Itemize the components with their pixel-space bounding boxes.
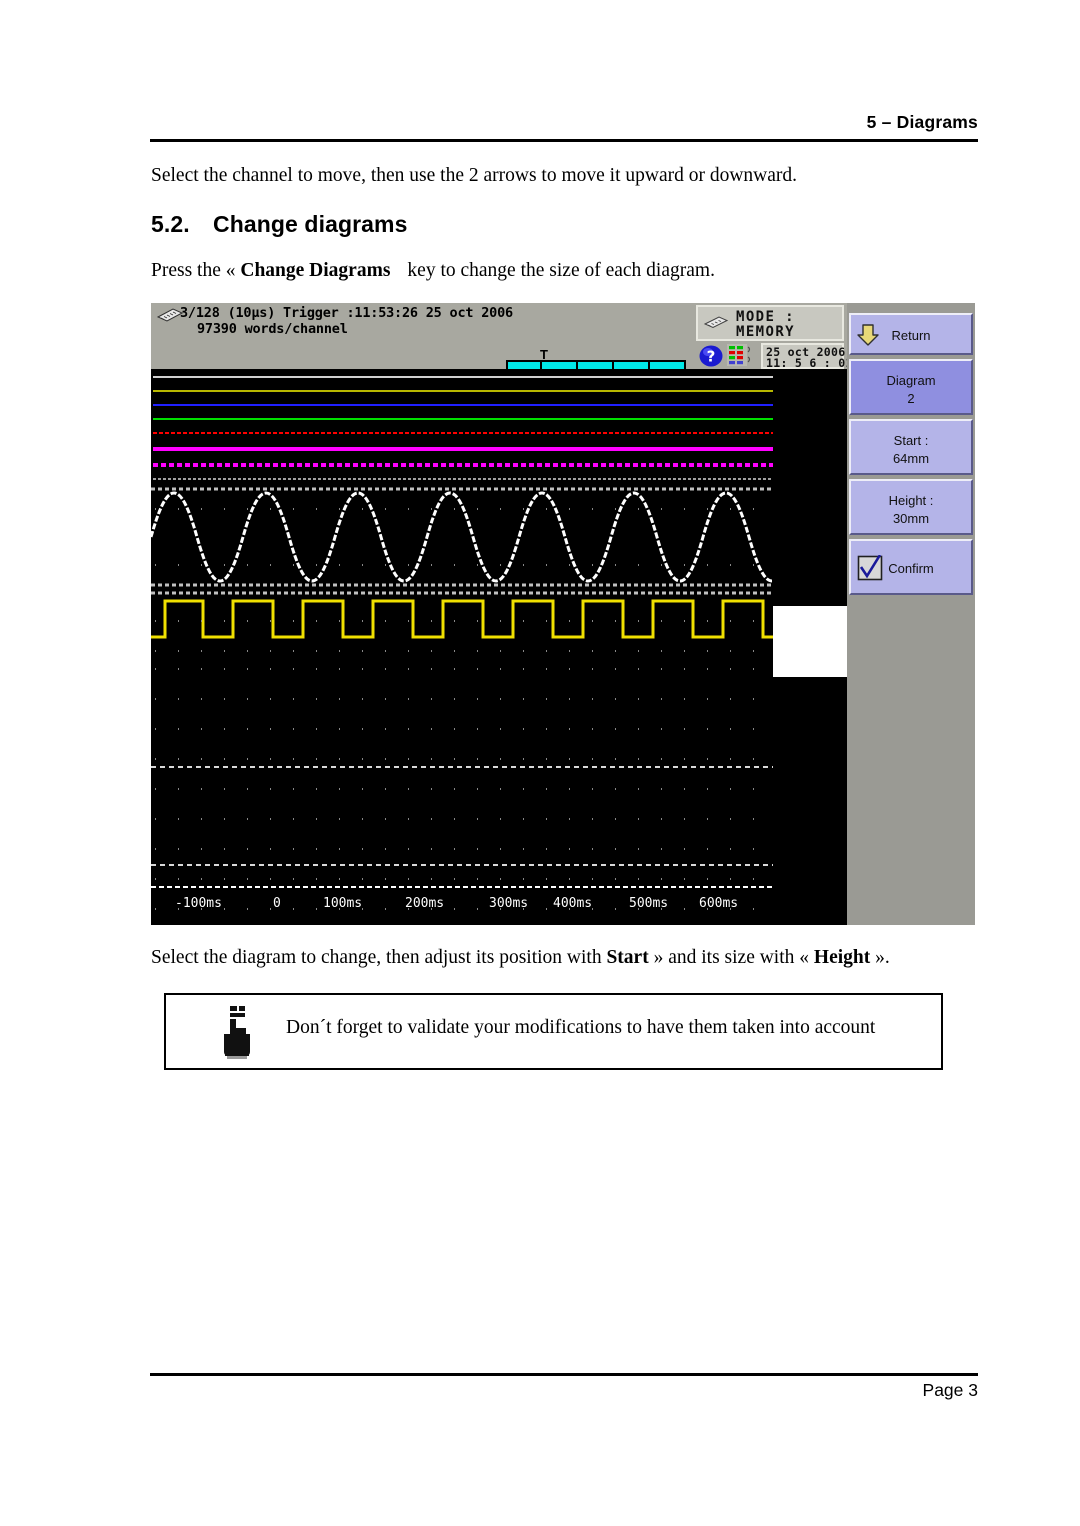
select-diagram-prefix: Select the diagram to change, then adjus… xyxy=(151,947,607,968)
press-paragraph: Press the « Change Diagrams key to change… xyxy=(151,260,981,282)
waveform-plot-area[interactable]: -100ms 0 100ms 200ms 300ms 400ms 500ms 6… xyxy=(151,369,847,925)
x-tick-label: 400ms xyxy=(553,896,592,911)
softkey-diagram-value: 2 xyxy=(907,391,915,406)
softkey-height-label: Height : xyxy=(888,493,934,508)
x-tick-label: 500ms xyxy=(629,896,668,911)
note-box: Don´t forget to validate your modificati… xyxy=(164,993,943,1070)
softkey-start-value: 64mm xyxy=(892,451,930,466)
section-title: Change diagrams xyxy=(213,211,408,237)
softkey-confirm[interactable]: Confirm xyxy=(849,539,973,595)
intro-paragraph: Select the channel to move, then use the… xyxy=(151,165,798,186)
softkey-confirm-label: Confirm xyxy=(888,561,934,576)
x-tick-label: 0 xyxy=(273,896,281,911)
section-heading: 5.2. Change diagrams xyxy=(151,211,981,238)
document-page: 5 – Diagrams Select the channel to move,… xyxy=(0,0,1080,1526)
softkey-height-value: 30mm xyxy=(892,511,930,526)
x-tick-label: 300ms xyxy=(489,896,528,911)
select-diagram-paragraph: Select the diagram to change, then adjus… xyxy=(151,947,981,969)
softkey-return[interactable]: Return xyxy=(849,313,973,355)
softkey-panel: Return Diagram 2 Start : 64mm Height : 3… xyxy=(847,303,975,925)
channel-list-icon[interactable] xyxy=(727,344,753,368)
help-question-icon[interactable]: ? xyxy=(699,344,723,368)
press-key-name: Change Diagrams xyxy=(240,260,391,281)
softkey-return-label: Return xyxy=(891,328,931,343)
note-text: Don´t forget to validate your modificati… xyxy=(286,1017,876,1038)
instrument-header-line2: 97390 words/channel xyxy=(197,321,348,337)
start-key-name: Start xyxy=(606,947,649,968)
select-diagram-suffix: ». xyxy=(870,947,890,968)
datetime-display: 25 oct 2006 11: 5 6 : 01 xyxy=(761,343,852,370)
clock-time: 11: 5 6 : 01 xyxy=(766,356,853,370)
select-diagram-mid: » and its size with « xyxy=(648,947,814,968)
scan-artifact xyxy=(773,606,847,677)
softkey-height[interactable]: Height : 30mm xyxy=(849,479,973,535)
softkey-start[interactable]: Start : 64mm xyxy=(849,419,973,475)
height-key-name: Height xyxy=(813,947,871,968)
svg-text:?: ? xyxy=(707,348,716,366)
chip-icon xyxy=(703,316,729,329)
mode-value: MEMORY xyxy=(736,324,795,340)
x-tick-label: 200ms xyxy=(405,896,444,911)
mode-indicator: MODE : MEMORY xyxy=(696,305,844,341)
pointing-hand-icon xyxy=(224,1006,250,1059)
header-rule xyxy=(150,139,978,142)
press-prefix: Press the « xyxy=(151,260,241,281)
softkey-start-label: Start : xyxy=(893,433,929,448)
mode-label: MODE : xyxy=(736,309,795,325)
waveform-canvas: -100ms 0 100ms 200ms 300ms 400ms 500ms 6… xyxy=(151,369,847,925)
x-tick-label: 600ms xyxy=(699,896,738,911)
footer-rule xyxy=(150,1373,978,1376)
running-head: 5 – Diagrams xyxy=(866,112,978,132)
instrument-status-bar: 3/128 (10µs) Trigger :11:53:26 25 oct 20… xyxy=(151,303,852,374)
instrument-header-line1: 3/128 (10µs) Trigger :11:53:26 25 oct 20… xyxy=(180,305,513,321)
press-suffix: key to change the size of each diagram. xyxy=(407,260,715,281)
x-tick-label: 100ms xyxy=(323,896,362,911)
section-number: 5.2. xyxy=(151,211,190,237)
softkey-diagram-label: Diagram xyxy=(886,373,936,388)
softkey-diagram[interactable]: Diagram 2 xyxy=(849,359,973,415)
x-tick-label: -100ms xyxy=(175,896,222,911)
instrument-screenshot: 3/128 (10µs) Trigger :11:53:26 25 oct 20… xyxy=(151,303,975,925)
page-number: Page 3 xyxy=(922,1380,978,1400)
